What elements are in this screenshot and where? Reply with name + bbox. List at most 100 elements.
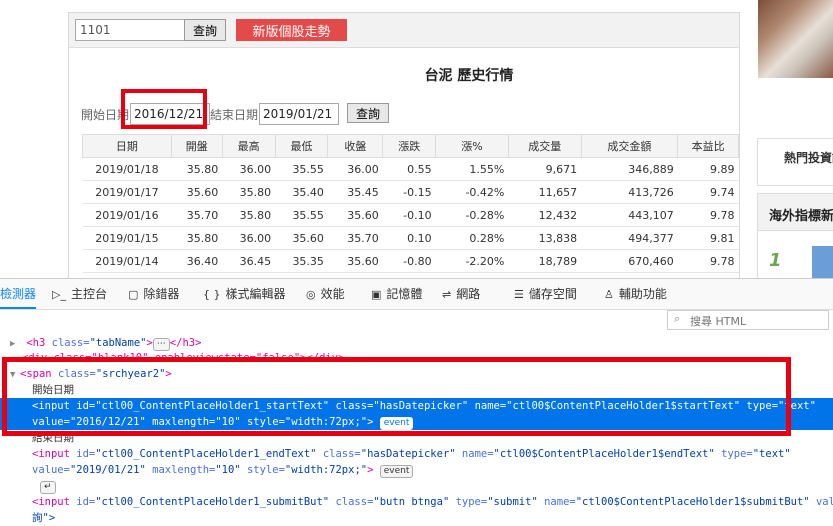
table-cell-date: 2019/01/18	[82, 157, 172, 181]
table-cell-pe: 9.74	[677, 180, 739, 204]
table-cell-pe: 9.78	[677, 203, 739, 227]
column-header[interactable]: 開盤	[170, 134, 223, 158]
table-cell-open: 35.80	[171, 157, 223, 181]
table-cell-date: 2019/01/15	[82, 226, 172, 250]
table-cell-low: 35.35	[275, 249, 328, 273]
table-cell-low: 35.55	[275, 157, 328, 181]
devtools-tab-label: 樣式編輯器	[225, 287, 286, 301]
rank-number: 1	[769, 250, 782, 271]
devtools-tab-label: 主控台	[70, 287, 107, 301]
devtools-tab[interactable]: 檢測器	[0, 279, 37, 309]
devtools-tab[interactable]: ▢ 除錯器	[128, 279, 179, 309]
hot-topics-label[interactable]: 熱門投資話	[784, 149, 833, 166]
table-cell-pct: -0.42%	[435, 180, 509, 204]
ad-image[interactable]	[758, 0, 833, 78]
devtools-tab[interactable]: ⇌ 網路	[442, 279, 480, 309]
table-cell-close: 36.00	[327, 157, 383, 181]
date-submit-button[interactable]: 查詢	[347, 103, 389, 123]
column-header[interactable]: 本益比	[677, 134, 739, 158]
search-html-input[interactable]	[688, 311, 827, 331]
column-header[interactable]: 日期	[82, 134, 172, 158]
devtools-tab-icon: ▢	[128, 288, 139, 301]
table-cell-date: 2019/01/17	[82, 180, 172, 204]
table-cell-close: 35.60	[327, 249, 383, 273]
start-date-highlight-box	[121, 89, 207, 129]
stock-panel: 查詢 新版個股走勢 台泥 歷史行情 開始日期 結束日期 查詢 日期開盤最高最低收…	[68, 12, 740, 278]
overseas-header: 海外指標新	[758, 194, 833, 231]
hot-topics-box: 熱門投資話	[757, 138, 833, 186]
event-badge[interactable]: event	[379, 465, 414, 478]
devtools-tabbar: 檢測器 ▷_ 主控台 ▢ 除錯器 { } 樣式編輯器 ◎ 效能 ▣ 記憶體 ⇌ 網路 ☰ 儲存空間 ♙ 輔助功能	[0, 279, 833, 310]
table-row: 2019/01/18 35.80 36.00 35.55 36.00 0.55 1.55% 9…	[82, 157, 739, 181]
devtools-tab[interactable]: ▣ 記憶體	[371, 279, 422, 309]
history-table: 日期 開盤 最高 最低 收盤 漲跌 漲% 成交量 成交金額 本益比 2019/01/18 35.80…	[82, 134, 739, 273]
column-header[interactable]: 漲%	[435, 134, 509, 158]
column-header[interactable]: 漲跌	[382, 134, 437, 158]
tree-whitespace-node[interactable]: ↵	[0, 478, 833, 494]
tree-node-end-input-line2[interactable]: value="2019/01/21" maxlength="10" style=…	[0, 462, 833, 478]
table-cell-low: 35.40	[275, 180, 328, 204]
page-title: 台泥 歷史行情	[424, 68, 514, 84]
table-cell-pct: 0.28%	[435, 226, 509, 250]
devtools-tab-icon: ☰	[514, 288, 524, 301]
tree-node-submit-input-line1[interactable]: <input id="ctl00_ContentPlaceHolder1_sub…	[0, 494, 833, 510]
devtools-tab[interactable]: { } 樣式編輯器	[203, 279, 286, 309]
table-cell-pct: -2.20%	[435, 249, 509, 273]
news-thumbnail[interactable]	[812, 246, 833, 278]
table-cell-amount: 413,726	[581, 180, 678, 204]
table-body: 2019/01/18 35.80 36.00 35.55 36.00 0.55 1.55% 9…	[82, 157, 739, 273]
end-date-input[interactable]	[259, 103, 339, 125]
column-header[interactable]: 成交量	[507, 134, 582, 158]
column-header[interactable]: 最高	[221, 134, 276, 158]
new-version-chart-button[interactable]: 新版個股走勢	[236, 19, 347, 41]
devtools-tab-icon: ▷_	[52, 288, 66, 301]
devtools-tab[interactable]: ☰ 儲存空間	[514, 279, 577, 309]
table-cell-low: 35.55	[275, 203, 328, 227]
table-cell-change: -0.15	[382, 180, 436, 204]
table-cell-change: -0.80	[382, 249, 436, 273]
tree-node-end-input-line1[interactable]: <input id="ctl00_ContentPlaceHolder1_end…	[0, 446, 833, 462]
table-cell-volume: 12,432	[508, 203, 582, 227]
table-row: 2019/01/16 35.70 35.80 35.55 35.60 -0.10 -0.28…	[82, 203, 739, 227]
devtools-tab-icon: ⇌	[442, 288, 452, 301]
table-cell-change: -0.10	[382, 203, 436, 227]
devtools-tab[interactable]: ▷_ 主控台	[52, 279, 107, 309]
tree-node-h3[interactable]: ▶ <h3 class="tabName"> ⋯ </h3>	[0, 335, 833, 351]
table-cell-date: 2019/01/14	[82, 249, 172, 273]
table-cell-close: 35.70	[327, 226, 383, 250]
column-header[interactable]: 最低	[274, 134, 329, 158]
table-cell-amount: 443,107	[581, 203, 678, 227]
devtools-tab-label: 網路	[456, 287, 481, 301]
table-cell-amount: 346,889	[581, 157, 678, 181]
devtools-tab-label: 儲存空間	[528, 287, 577, 301]
devtools-tab[interactable]: ◎ 效能	[306, 279, 345, 309]
table-cell-pct: -0.28%	[435, 203, 509, 227]
table-cell-change: 0.55	[382, 157, 436, 181]
devtools-tab-icon: { }	[203, 288, 221, 301]
tree-node-submit-input-line2[interactable]: 詢">	[0, 510, 833, 526]
table-cell-high: 36.00	[222, 226, 276, 250]
devtools-tab[interactable]: ♙ 輔助功能	[604, 279, 667, 309]
stock-search-bar: 查詢 新版個股走勢	[69, 13, 739, 48]
end-date-label: 結束日期	[210, 108, 259, 122]
table-cell-high: 36.00	[222, 157, 276, 181]
table-cell-open: 35.60	[171, 180, 223, 204]
search-html-box[interactable]: ⌕	[667, 310, 829, 331]
whitespace-badge[interactable]: ↵	[40, 481, 56, 494]
column-header[interactable]: 成交金額	[580, 134, 679, 158]
search-button[interactable]: 查詢	[184, 19, 226, 41]
devtools-tab-label: 輔助功能	[618, 287, 667, 301]
selected-node-highlight-box	[2, 357, 791, 436]
table-cell-high: 35.80	[222, 203, 276, 227]
table-row: 2019/01/17 35.60 35.80 35.40 35.45 -0.15 -0.42…	[82, 180, 739, 204]
table-row: 2019/01/14 36.40 36.45 35.35 35.60 -0.80 -2.20…	[82, 249, 739, 273]
column-header[interactable]: 收盤	[327, 134, 384, 158]
overseas-label[interactable]: 海外指標新	[769, 205, 833, 224]
table-header-row: 日期 開盤 最高 最低 收盤 漲跌 漲% 成交量 成交金額 本益比	[82, 134, 739, 158]
overseas-indicators-box: 海外指標新 1	[757, 193, 833, 278]
table-cell-pe: 9.81	[677, 226, 739, 250]
stock-code-input[interactable]	[75, 19, 185, 41]
table-cell-close: 35.45	[327, 180, 383, 204]
table-cell-close: 35.60	[327, 203, 383, 227]
table-cell-high: 36.45	[222, 249, 276, 273]
